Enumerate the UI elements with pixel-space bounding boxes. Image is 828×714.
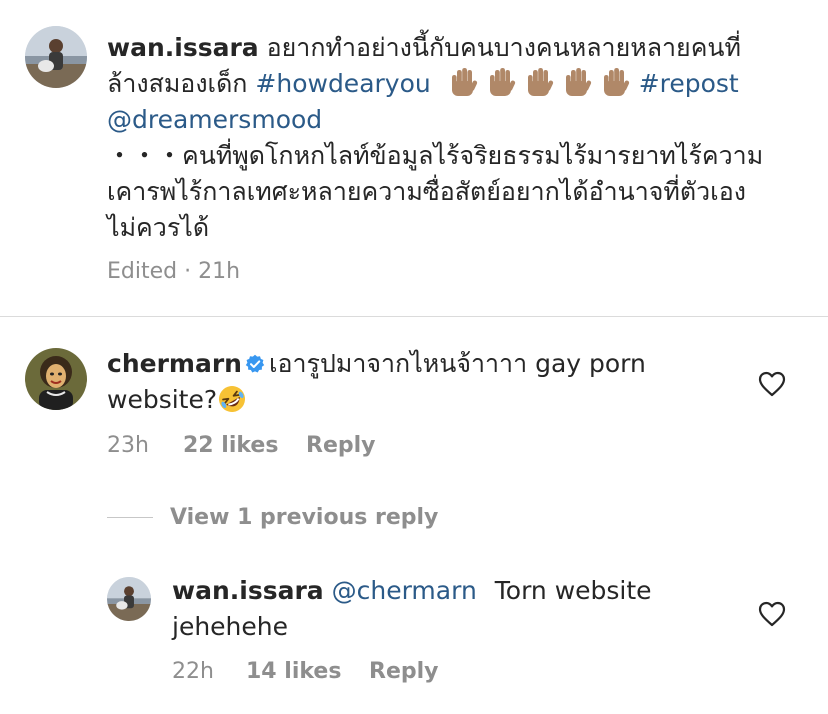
hashtag-repost[interactable]: #repost: [639, 69, 739, 98]
avatar[interactable]: [25, 348, 87, 410]
caption-body-line-2: เคารพไร้กาลเทศะหลายความซื่อสัตย์อยากได้อ…: [107, 177, 746, 206]
reply-text-line-1: Torn website: [494, 576, 652, 605]
hashtag-howdearyou[interactable]: #howdearyou: [255, 69, 430, 98]
comment-line-1: chermarn เอารูปมาจากไหนจ้าาาา gay porn: [107, 346, 747, 382]
mention-dreamersmood[interactable]: @dreamersmood: [107, 105, 322, 134]
caption-line-2: ล้างสมองเด็ก #howdearyou #repost: [107, 66, 807, 102]
comment-username[interactable]: chermarn: [107, 349, 242, 378]
reply-text: wan.issara @chermarn Torn website jehehe…: [172, 573, 732, 645]
comment-time: 23h: [107, 433, 149, 458]
raised-hand-emoji-icon: [527, 68, 553, 96]
view-replies-line: [107, 517, 153, 518]
verified-badge-icon: [245, 354, 265, 373]
caption-line-3: @dreamersmood: [107, 102, 807, 138]
caption-line-1: wan.issara อยากทำอย่างนี้กับคนบางคนหลายห…: [107, 30, 807, 66]
avatar[interactable]: [107, 577, 151, 621]
raised-hand-emoji-icon: [451, 68, 477, 96]
caption-body-line-3: ไม่ควรได้: [107, 213, 210, 242]
reply-text-line-2: jehehehe: [172, 612, 289, 641]
rolling-laughing-emoji-icon: [219, 386, 246, 412]
avatar-image: [25, 348, 87, 410]
caption-meta: Edited · 21h: [107, 259, 241, 284]
comment-reply-button[interactable]: Reply: [306, 433, 376, 458]
divider: [0, 316, 828, 317]
caption-text-line-1: อยากทำอย่างนี้กับคนบางคนหลายหลายคนที่: [266, 33, 741, 62]
comment-text-line-1: เอารูปมาจากไหนจ้าาาา gay porn: [268, 349, 646, 378]
caption-text-line-2: ล้างสมองเด็ก: [107, 69, 248, 98]
avatar-image: [25, 26, 87, 88]
comment-text-line-2: website?: [107, 385, 218, 414]
caption-username[interactable]: wan.issara: [107, 33, 259, 62]
raised-hand-emoji-icon: [565, 68, 591, 96]
avatar[interactable]: [25, 26, 87, 88]
reply-reply-button[interactable]: Reply: [369, 659, 439, 684]
hand-emoji-group: [439, 68, 639, 98]
caption-text: wan.issara อยากทำอย่างนี้กับคนบางคนหลายห…: [107, 30, 807, 246]
avatar-image: [107, 577, 151, 621]
comment-line-2: website?: [107, 382, 747, 418]
like-heart-icon[interactable]: [758, 601, 786, 627]
comment-text: chermarn เอารูปมาจากไหนจ้าาาา gay porn w…: [107, 346, 747, 418]
raised-hand-emoji-icon: [489, 68, 515, 96]
reply-likes[interactable]: 14 likes: [246, 659, 341, 684]
reply-line-1: wan.issara @chermarn Torn website: [172, 573, 732, 609]
raised-hand-emoji-icon: [603, 68, 629, 96]
reply-username[interactable]: wan.issara: [172, 576, 324, 605]
mention-chermarn[interactable]: @chermarn: [332, 576, 477, 605]
view-replies-button[interactable]: View 1 previous reply: [170, 505, 438, 530]
comment-likes[interactable]: 22 likes: [183, 433, 278, 458]
reply-time: 22h: [172, 659, 214, 684]
like-heart-icon[interactable]: [758, 371, 786, 397]
caption-body-line-1: ・・・คนที่พูดโกหกไลท์ข้อมูลไร้จริยธรรมไร้ม…: [107, 141, 764, 170]
